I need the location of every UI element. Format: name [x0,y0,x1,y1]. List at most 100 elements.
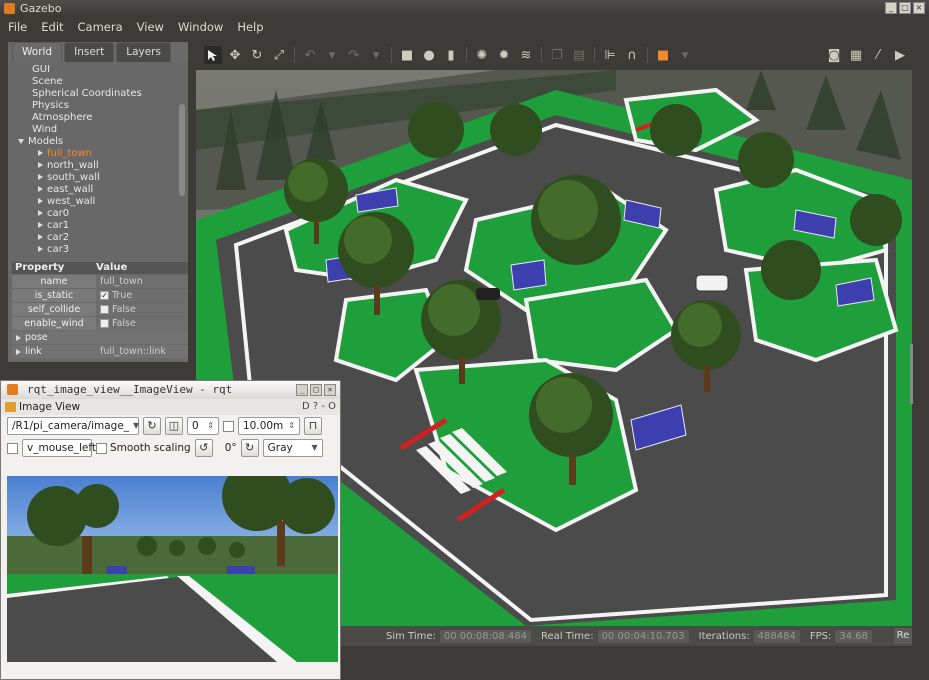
rotate-left-icon[interactable]: ↺ [194,439,213,457]
mouse-topic-field[interactable]: v_mouse_left [22,439,96,457]
property-value-cell[interactable]: False [96,303,188,316]
tree-item-full-town[interactable]: full_town [8,148,188,160]
tree-item-wind[interactable]: Wind [8,124,188,136]
menu-edit[interactable]: Edit [41,20,63,34]
paste-icon[interactable]: ▤ [570,46,588,64]
refresh-topics-button[interactable]: ↻ [143,417,161,435]
tree-item-car0[interactable]: car0 [8,208,188,220]
tree-item-car2[interactable]: car2 [8,232,188,244]
menu-view[interactable]: View [137,20,164,34]
checkbox-box[interactable] [223,420,234,432]
tree-item-models[interactable]: Models [8,136,188,148]
log-icon[interactable]: ▦ [847,46,865,64]
smooth-scaling-checkbox[interactable]: Smooth scaling [96,442,191,454]
expand-right-icon[interactable] [38,222,43,228]
expand-right-icon[interactable] [38,246,43,252]
tab-layers[interactable]: Layers [116,42,171,62]
select-arrow-icon[interactable] [204,46,222,64]
expand-down-icon[interactable] [18,138,24,144]
tree-item-atmosphere[interactable]: Atmosphere [8,112,188,124]
lock-icon[interactable]: ⊓ [304,417,322,435]
copy-icon[interactable]: ❐ [548,46,566,64]
reset-time-button[interactable]: Re [894,628,912,644]
property-group-pose[interactable]: pose [12,331,188,344]
tab-insert[interactable]: Insert [64,42,115,62]
color-mode-select[interactable]: Gray ▼ [262,439,323,457]
expand-right-icon[interactable] [16,334,21,341]
tab-world[interactable]: World [12,42,63,62]
property-checkbox[interactable] [100,305,109,314]
expand-right-icon[interactable] [38,234,43,240]
menu-file[interactable]: File [8,20,27,34]
plot-icon[interactable]: ⁄ [869,46,887,64]
tree-item-gui[interactable]: GUI [8,64,188,76]
menu-camera[interactable]: Camera [78,20,123,34]
video-icon[interactable]: ▶ [891,46,909,64]
expand-right-icon[interactable] [38,186,43,192]
maximize-button[interactable]: □ [899,2,911,14]
orange-marker-icon[interactable]: ■ [654,46,672,64]
mouse-left-checkbox[interactable] [7,442,18,454]
distance-spinbox[interactable]: 10.00m ⇕ [238,417,300,435]
expand-right-icon[interactable] [38,174,43,180]
rotate-right-icon[interactable]: ↻ [240,439,259,457]
smooth-toggle-checkbox[interactable] [223,420,234,432]
viewport-edge-handle[interactable] [910,344,913,404]
tree-item-west-wall[interactable]: west_wall [8,196,188,208]
directional-light-icon[interactable]: ≋ [517,46,535,64]
expand-right-icon[interactable] [16,348,21,355]
undo-dropdown-icon[interactable]: ▾ [323,46,341,64]
property-row[interactable]: is_static ✓ True [12,289,188,302]
checkbox-box[interactable] [96,442,107,454]
property-row[interactable]: enable_wind False [12,317,188,330]
tree-item-scene[interactable]: Scene [8,76,188,88]
expand-right-icon[interactable] [38,150,43,156]
box-icon[interactable]: ■ [398,46,416,64]
property-row[interactable]: name full_town [12,275,188,288]
property-checkbox[interactable]: ✓ [100,291,109,300]
tree-item-north-wall[interactable]: north_wall [8,160,188,172]
tree-item-car3[interactable]: car3 [8,244,188,256]
marker-dropdown-icon[interactable]: ▾ [676,46,694,64]
tree-item-south-wall[interactable]: south_wall [8,172,188,184]
expand-right-icon[interactable] [38,162,43,168]
tree-item-physics[interactable]: Physics [8,100,188,112]
zoom-spinbox[interactable]: 0 ⇕ [187,417,219,435]
property-group-link[interactable]: link full_town::link [12,345,188,358]
scale-icon[interactable]: ⤢ [270,46,288,64]
property-checkbox[interactable] [100,319,109,328]
tree-item-east-wall[interactable]: east_wall [8,184,188,196]
property-row[interactable]: self_collide False [12,303,188,316]
topic-select[interactable]: /R1/pi_camera/image_ ▼ [7,417,139,435]
minimize-button[interactable]: _ [885,2,897,14]
expand-right-icon[interactable] [38,210,43,216]
plugin-header-controls[interactable]: D ? - O [302,399,336,415]
camera-image[interactable] [7,476,338,662]
point-light-icon[interactable]: ✺ [473,46,491,64]
align-icon[interactable]: ⊫ [601,46,619,64]
translate-icon[interactable]: ✥ [226,46,244,64]
redo-dropdown-icon[interactable]: ▾ [367,46,385,64]
spot-light-icon[interactable]: ✹ [495,46,513,64]
menu-window[interactable]: Window [178,20,223,34]
rqt-maximize-button[interactable]: □ [310,384,322,396]
rqt-minimize-button[interactable]: _ [296,384,308,396]
expand-right-icon[interactable] [38,198,43,204]
checkbox-box[interactable] [7,442,18,454]
sphere-icon[interactable]: ● [420,46,438,64]
cylinder-icon[interactable]: ▮ [442,46,460,64]
tree-item-car1[interactable]: car1 [8,220,188,232]
snap-icon[interactable]: ∩ [623,46,641,64]
rotate-icon[interactable]: ↻ [248,46,266,64]
tree-scrollbar[interactable] [179,104,185,196]
save-image-button[interactable]: ◫ [165,417,183,435]
redo-icon[interactable]: ↷ [345,46,363,64]
property-value-cell[interactable]: False [96,317,188,330]
close-button[interactable]: × [913,2,925,14]
property-value-cell[interactable]: ✓ True [96,289,188,302]
property-value-cell[interactable]: full_town [96,275,188,288]
undo-icon[interactable]: ↶ [301,46,319,64]
tree-item-spherical-coordinates[interactable]: Spherical Coordinates [8,88,188,100]
rqt-close-button[interactable]: × [324,384,336,396]
menu-help[interactable]: Help [237,20,263,34]
